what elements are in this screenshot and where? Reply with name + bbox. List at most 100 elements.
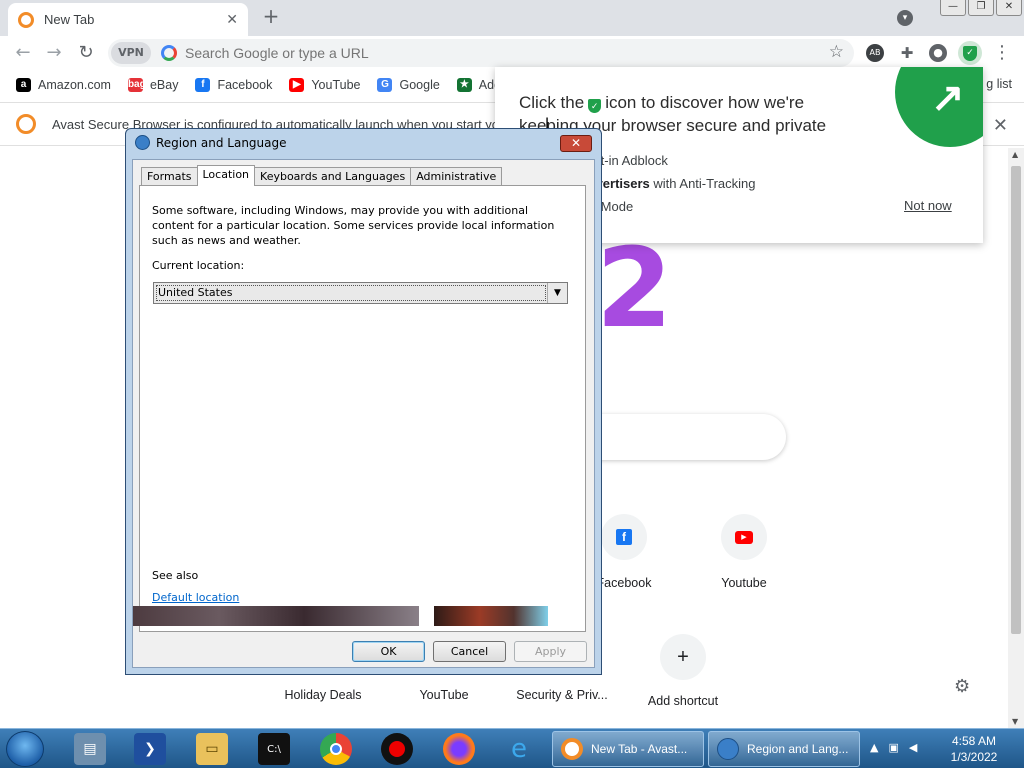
bookmark-item[interactable]: a Amazon.com bbox=[16, 78, 111, 92]
bookmark-star-icon[interactable]: ☆ bbox=[829, 42, 844, 62]
youtube-icon: ▶ bbox=[735, 530, 753, 544]
scrollbar-thumb[interactable] bbox=[1011, 166, 1021, 634]
ok-button[interactable]: OK bbox=[352, 641, 425, 662]
customize-icon[interactable]: ⚙ bbox=[954, 676, 970, 697]
close-window-button[interactable]: ✕ bbox=[996, 0, 1022, 16]
powershell-icon[interactable]: ❯ bbox=[134, 733, 166, 765]
windows-taskbar: ▤ ❯ ▭ C:\ e New Tab - Avast... Region an… bbox=[0, 728, 1024, 768]
recorder-icon[interactable] bbox=[381, 733, 413, 765]
text-cursor-icon: I bbox=[545, 116, 550, 132]
omnibox[interactable]: VPN ☆ bbox=[108, 39, 854, 67]
clock-time: 4:58 AM bbox=[951, 734, 997, 748]
firefox-icon[interactable] bbox=[443, 733, 475, 765]
minimize-button[interactable]: — bbox=[940, 0, 966, 16]
default-location-link[interactable]: Default location bbox=[152, 591, 239, 604]
location-panel: Some software, including Windows, may pr… bbox=[133, 185, 586, 632]
apply-button[interactable]: Apply bbox=[514, 641, 587, 662]
close-tab-icon[interactable]: ✕ bbox=[226, 12, 238, 28]
bookmark-icon: bag bbox=[127, 78, 146, 92]
bookmark-label: Amazon.com bbox=[38, 78, 111, 92]
dialog-tabs: Formats Location Keyboards and Languages… bbox=[141, 165, 503, 186]
shortcut-label: Youtube bbox=[721, 576, 767, 590]
page-scrollbar[interactable]: ▲ ▼ bbox=[1008, 148, 1024, 728]
current-location-value: United States bbox=[156, 285, 546, 301]
taskbar-clock[interactable]: 4:58 AM 1/3/2022 bbox=[938, 733, 1010, 765]
menu-icon[interactable]: ⋮ bbox=[991, 42, 1013, 64]
bookmark-label: Facebook bbox=[217, 78, 273, 92]
shield-icon: ✓ bbox=[588, 99, 602, 113]
shortcut-youtube-2[interactable]: YouTube bbox=[399, 688, 489, 702]
maximize-button[interactable]: ❐ bbox=[968, 0, 994, 16]
current-location-label: Current location: bbox=[152, 259, 245, 272]
start-button[interactable] bbox=[6, 731, 44, 767]
shortcut-label: Add shortcut bbox=[647, 694, 719, 708]
shortcut-holiday-deals[interactable]: Holiday Deals bbox=[278, 688, 368, 702]
shortcut-icon: ▶ bbox=[721, 514, 767, 560]
tab-keyboards-languages[interactable]: Keyboards and Languages bbox=[254, 167, 412, 186]
internet-explorer-icon[interactable]: e bbox=[503, 733, 535, 765]
current-location-select[interactable]: United States ▼ bbox=[153, 282, 568, 304]
address-input[interactable] bbox=[185, 45, 785, 61]
globe-icon bbox=[717, 738, 739, 760]
vpn-button[interactable]: VPN bbox=[111, 42, 151, 64]
avast-browser-icon bbox=[561, 738, 583, 760]
tab-location[interactable]: Location bbox=[196, 165, 256, 186]
file-explorer-icon[interactable]: ▭ bbox=[196, 733, 228, 765]
add-shortcut-button[interactable]: + Add shortcut bbox=[638, 634, 728, 708]
forward-icon[interactable]: → bbox=[43, 42, 65, 64]
taskbar-task-region[interactable]: Region and Lang... bbox=[708, 731, 860, 767]
tab-formats[interactable]: Formats bbox=[141, 167, 198, 186]
reload-icon[interactable]: ↻ bbox=[75, 42, 97, 64]
window-controls: — ❐ ✕ bbox=[940, 0, 1022, 16]
extensions-puzzle-icon[interactable]: ✚ bbox=[898, 44, 916, 62]
browser-tab[interactable]: New Tab ✕ bbox=[8, 3, 248, 36]
not-now-link[interactable]: Not now bbox=[904, 198, 952, 213]
browser-toolbar: ← → ↻ VPN ☆ AB ✚ ● ✓ ⋮ bbox=[0, 36, 1024, 70]
adblock-extension-icon[interactable]: AB bbox=[866, 44, 884, 62]
new-tab-button[interactable]: + bbox=[260, 5, 282, 27]
bookmark-icon: f bbox=[195, 78, 211, 92]
bookmark-item[interactable]: bag eBay bbox=[127, 78, 178, 92]
shortcut-icon: f bbox=[601, 514, 647, 560]
chrome-icon[interactable] bbox=[320, 733, 352, 765]
bookmark-item[interactable]: f Facebook bbox=[195, 78, 272, 92]
region-language-dialog: Region and Language ✕ Formats Location K… bbox=[125, 128, 602, 675]
profile-icon[interactable]: ● bbox=[929, 44, 947, 62]
shortcut-security-privacy[interactable]: Security & Priv... bbox=[514, 688, 610, 702]
tab-strip: New Tab ✕ + ▾ — ❐ ✕ bbox=[0, 0, 1024, 36]
command-prompt-icon[interactable]: C:\ bbox=[258, 733, 290, 765]
bookmark-icon: G bbox=[377, 78, 393, 92]
server-manager-icon[interactable]: ▤ bbox=[74, 733, 106, 765]
shortcut-youtube[interactable]: ▶ Youtube bbox=[699, 514, 789, 590]
dialog-client-area: Formats Location Keyboards and Languages… bbox=[132, 159, 595, 668]
tab-search-icon[interactable]: ▾ bbox=[897, 10, 913, 26]
dropdown-arrow-icon[interactable]: ▼ bbox=[547, 283, 567, 303]
tab-administrative[interactable]: Administrative bbox=[410, 167, 503, 186]
shortcut-label: Facebook bbox=[596, 576, 652, 590]
system-tray-icons[interactable]: ▲▣◀ bbox=[870, 741, 927, 754]
popup-title-start: Click the bbox=[519, 93, 585, 112]
tab-title: New Tab bbox=[44, 12, 95, 27]
dialog-close-button[interactable]: ✕ bbox=[560, 135, 592, 152]
plus-icon: + bbox=[660, 634, 706, 680]
browser-logo: 2 bbox=[596, 224, 673, 352]
render-artifact bbox=[434, 606, 548, 626]
dialog-title: Region and Language bbox=[156, 136, 287, 150]
taskbar-task-browser[interactable]: New Tab - Avast... bbox=[552, 731, 704, 767]
location-description: Some software, including Windows, may pr… bbox=[152, 204, 555, 247]
close-infobar-icon[interactable]: ✕ bbox=[993, 115, 1008, 136]
bookmark-item[interactable]: G Google bbox=[377, 78, 440, 92]
clock-date: 1/3/2022 bbox=[950, 750, 998, 764]
back-icon[interactable]: ← bbox=[12, 42, 34, 64]
reading-list[interactable]: g list bbox=[986, 77, 1012, 91]
globe-icon bbox=[135, 135, 150, 150]
bookmark-item[interactable]: ▶ YouTube bbox=[289, 78, 360, 92]
shortcut-label: Holiday Deals bbox=[284, 688, 362, 702]
scroll-up-icon[interactable]: ▲ bbox=[1012, 150, 1018, 159]
task-label: New Tab - Avast... bbox=[591, 742, 688, 756]
cancel-button[interactable]: Cancel bbox=[433, 641, 506, 662]
security-shield-button[interactable]: ✓ bbox=[958, 41, 982, 65]
scroll-down-icon[interactable]: ▼ bbox=[1012, 717, 1018, 726]
see-also-heading: See also bbox=[152, 569, 199, 582]
arrow-up-right-icon: ↗ bbox=[931, 76, 965, 120]
